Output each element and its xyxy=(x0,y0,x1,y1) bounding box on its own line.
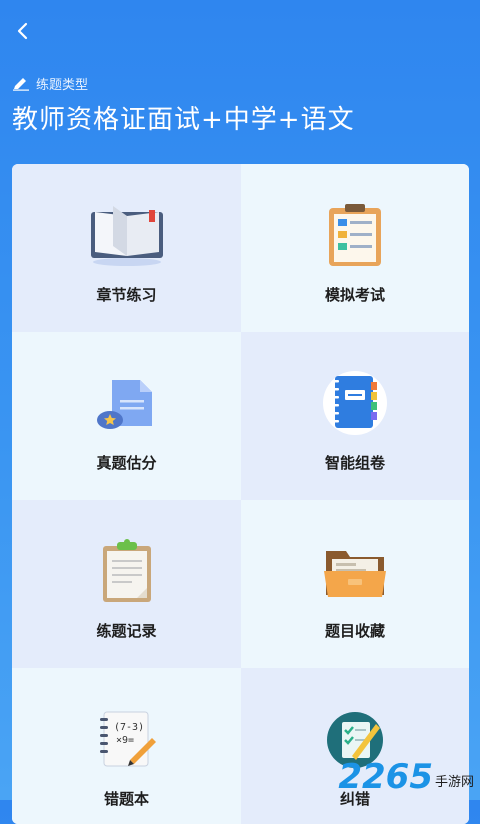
section-subtitle: 练题类型 xyxy=(12,74,88,93)
grid-item-label: 模拟考试 xyxy=(324,286,385,304)
math-notebook-icon: (7-3) ×9= xyxy=(99,711,156,767)
folder-icon xyxy=(324,551,386,597)
clipboard-notes-icon xyxy=(102,539,151,602)
open-book-icon xyxy=(90,206,163,266)
chevron-left-icon xyxy=(17,22,28,40)
grid-item-label: 真题估分 xyxy=(96,454,157,472)
svg-text:×9=: ×9= xyxy=(116,735,134,746)
grid-item-label: 练题记录 xyxy=(96,622,157,640)
grid-item-real-exam-score[interactable]: 真题估分 xyxy=(12,332,241,500)
watermark-text: 手游网 xyxy=(434,775,474,790)
grid-item-wrong-questions[interactable]: (7-3) ×9= 错题本 xyxy=(12,668,241,824)
subtitle-text: 练题类型 xyxy=(36,78,89,93)
grid-item-favorites[interactable]: 题目收藏 xyxy=(241,500,469,668)
document-star-icon xyxy=(96,380,152,429)
grid-item-practice-records[interactable]: 练题记录 xyxy=(12,500,241,668)
pencil-icon xyxy=(13,77,29,91)
clipboard-list-icon xyxy=(329,204,381,266)
notebook-icon xyxy=(323,371,387,435)
watermark-number: 2265 xyxy=(338,757,433,797)
back-button[interactable] xyxy=(10,18,36,44)
page-title: 教师资格证面试+中学+语文 xyxy=(12,105,355,135)
practice-type-grid: 章节练习 模拟考试 真题估分 智能组卷 练题记录 题目收藏 (7-3) ×9= … xyxy=(12,164,469,824)
grid-item-label: 题目收藏 xyxy=(324,622,385,640)
svg-text:(7-3): (7-3) xyxy=(114,722,144,733)
grid-item-smart-paper[interactable]: 智能组卷 xyxy=(241,332,469,500)
grid-item-mock-exam[interactable]: 模拟考试 xyxy=(241,164,469,332)
grid-item-error-report[interactable]: 纠错 xyxy=(241,668,469,824)
grid-item-label: 错题本 xyxy=(103,790,149,808)
grid-item-label: 智能组卷 xyxy=(324,454,385,472)
site-watermark: 2265 手游网 xyxy=(338,760,474,794)
grid-item-chapter-practice[interactable]: 章节练习 xyxy=(12,164,241,332)
grid-item-label: 章节练习 xyxy=(96,286,157,304)
